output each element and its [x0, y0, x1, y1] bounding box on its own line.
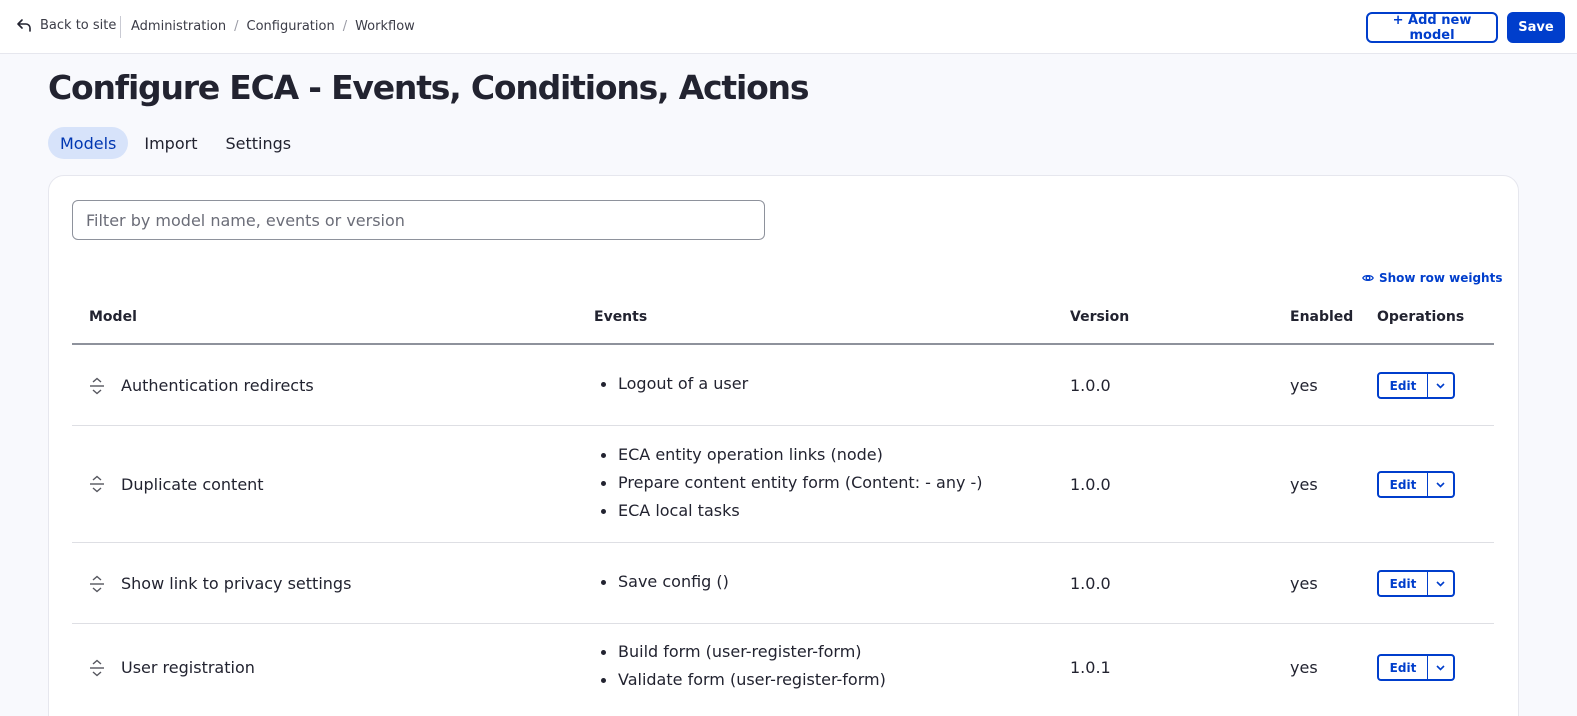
drag-handle-icon[interactable]: [89, 377, 105, 395]
save-button[interactable]: Save: [1507, 12, 1565, 43]
breadcrumb-administration[interactable]: Administration: [131, 19, 226, 34]
toolbar-divider: [120, 16, 121, 38]
enabled-value: yes: [1290, 376, 1318, 395]
column-header-model: Model: [89, 309, 137, 325]
breadcrumb: Administration / Configuration / Workflo…: [131, 19, 415, 34]
page-title: Configure ECA - Events, Conditions, Acti…: [48, 68, 809, 107]
breadcrumb-separator: /: [342, 19, 348, 34]
tab-import[interactable]: Import: [132, 127, 209, 159]
events-list: ECA entity operation links (node) Prepar…: [598, 441, 983, 525]
column-header-version: Version: [1070, 309, 1130, 325]
edit-button[interactable]: Edit: [1379, 374, 1428, 397]
event-item: Logout of a user: [598, 370, 748, 398]
add-new-model-button[interactable]: + Add new model: [1366, 12, 1498, 43]
events-list: Logout of a user: [598, 370, 748, 398]
chevron-down-icon: [1436, 482, 1445, 488]
tab-settings[interactable]: Settings: [213, 127, 303, 159]
breadcrumb-workflow[interactable]: Workflow: [355, 19, 415, 34]
back-to-site-label: Back to site: [40, 17, 117, 33]
show-row-weights-label: Show row weights: [1379, 271, 1503, 285]
chevron-down-icon: [1436, 665, 1445, 671]
column-header-operations: Operations: [1377, 309, 1465, 325]
back-arrow-icon: [17, 19, 31, 32]
event-item: ECA local tasks: [598, 497, 983, 525]
back-to-site-link[interactable]: Back to site: [16, 17, 116, 33]
row-divider: [72, 542, 1494, 543]
edit-button[interactable]: Edit: [1379, 656, 1428, 679]
row-divider: [72, 623, 1494, 624]
edit-button[interactable]: Edit: [1379, 572, 1428, 595]
version-value: 1.0.0: [1070, 475, 1111, 494]
operations-dropbutton: Edit: [1377, 372, 1455, 399]
breadcrumb-configuration[interactable]: Configuration: [247, 19, 335, 34]
chevron-down-icon: [1436, 383, 1445, 389]
operations-dropbutton: Edit: [1377, 570, 1455, 597]
enabled-value: yes: [1290, 658, 1318, 677]
drag-handle-icon[interactable]: [89, 575, 105, 593]
event-item: Validate form (user-register-form): [598, 666, 886, 694]
tab-models[interactable]: Models: [48, 127, 129, 159]
event-item: ECA entity operation links (node): [598, 441, 983, 469]
tabs: Models Import Settings: [48, 127, 303, 159]
drag-handle-icon[interactable]: [89, 475, 105, 493]
breadcrumb-separator: /: [234, 19, 239, 34]
filter-input[interactable]: [72, 200, 765, 240]
row-divider: [72, 425, 1494, 426]
show-row-weights-button[interactable]: Show row weights: [1362, 271, 1502, 285]
events-list: Save config (): [598, 568, 729, 596]
model-name: Duplicate content: [121, 475, 264, 494]
operations-toggle[interactable]: [1428, 572, 1453, 595]
version-value: 1.0.1: [1070, 658, 1111, 677]
chevron-down-icon: [1436, 581, 1445, 587]
top-toolbar: Back to site Administration / Configurat…: [0, 0, 1577, 54]
event-item: Prepare content entity form (Content: - …: [598, 469, 983, 497]
version-value: 1.0.0: [1070, 574, 1111, 593]
eye-icon: [1362, 274, 1374, 282]
model-name: Authentication redirects: [121, 376, 314, 395]
operations-toggle[interactable]: [1428, 374, 1453, 397]
operations-dropbutton: Edit: [1377, 654, 1455, 681]
model-name: Show link to privacy settings: [121, 574, 352, 593]
edit-button[interactable]: Edit: [1379, 473, 1428, 496]
operations-toggle[interactable]: [1428, 656, 1453, 679]
column-header-enabled: Enabled: [1290, 309, 1354, 325]
event-item: Build form (user-register-form): [598, 638, 886, 666]
table-header-divider: [72, 343, 1494, 345]
enabled-value: yes: [1290, 475, 1318, 494]
column-header-events: Events: [594, 309, 648, 325]
operations-toggle[interactable]: [1428, 473, 1453, 496]
enabled-value: yes: [1290, 574, 1318, 593]
operations-dropbutton: Edit: [1377, 471, 1455, 498]
model-name: User registration: [121, 658, 255, 677]
drag-handle-icon[interactable]: [89, 659, 105, 677]
event-item: Save config (): [598, 568, 729, 596]
events-list: Build form (user-register-form) Validate…: [598, 638, 886, 694]
version-value: 1.0.0: [1070, 376, 1111, 395]
